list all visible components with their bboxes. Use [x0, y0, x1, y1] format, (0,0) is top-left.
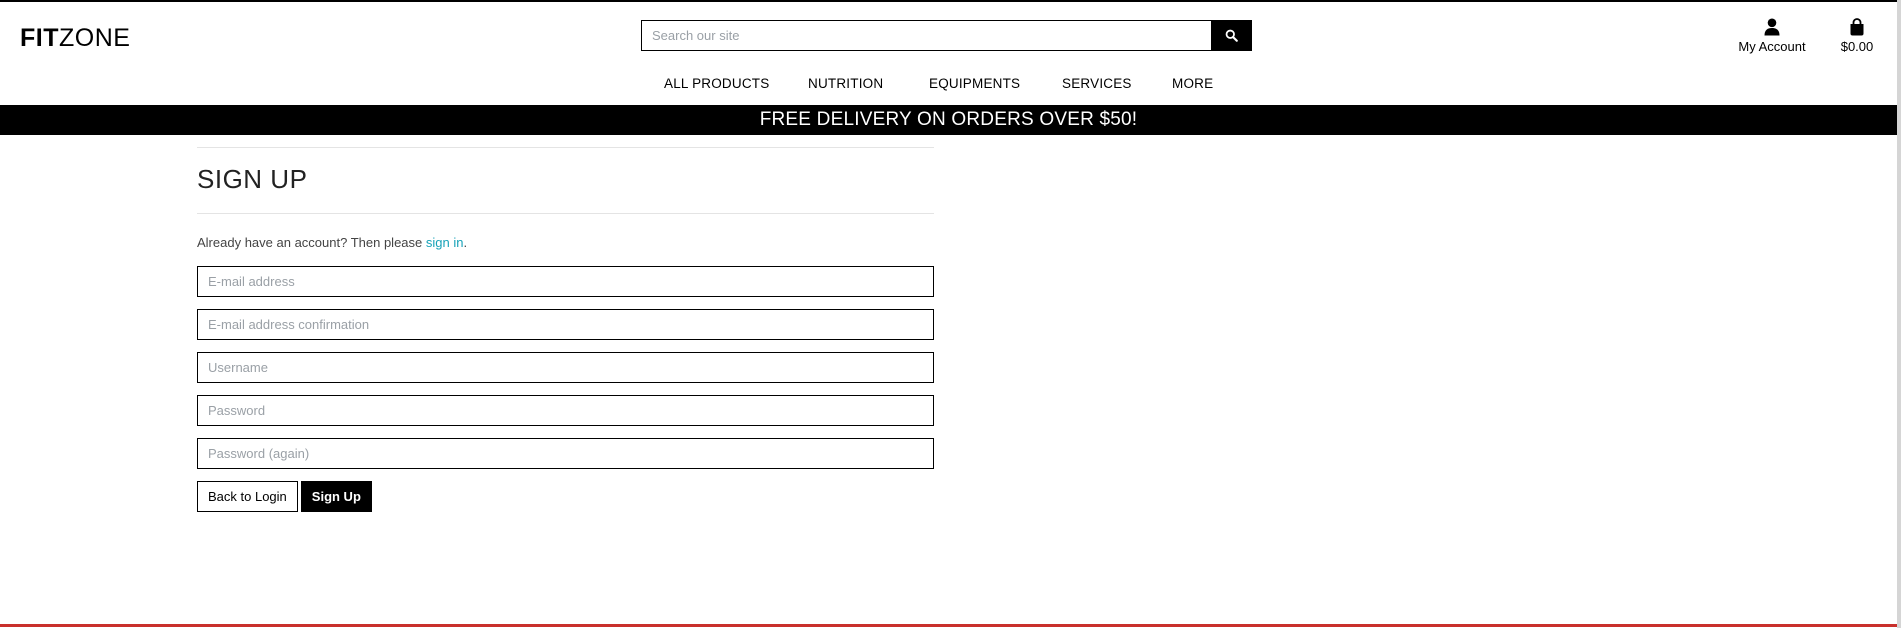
signin-link[interactable]: sign in — [426, 235, 464, 250]
scrollbar-track[interactable] — [1897, 0, 1901, 628]
back-to-login-button[interactable]: Back to Login — [197, 481, 298, 512]
nav-item-nutrition[interactable]: NUTRITION — [808, 76, 883, 91]
search-button[interactable] — [1211, 20, 1252, 51]
email-field[interactable] — [197, 266, 934, 297]
logo-bold-text: FIT — [20, 24, 59, 52]
sign-up-button[interactable]: Sign Up — [300, 481, 372, 512]
nav-item-all-products[interactable]: ALL PRODUCTS — [664, 76, 769, 91]
main-nav: ALL PRODUCTS NUTRITION EQUIPMENTS SERVIC… — [0, 76, 1901, 94]
site-header: FITZONE My Account $0.00 ALL — [0, 2, 1901, 104]
nav-item-more[interactable]: MORE — [1172, 76, 1213, 91]
nav-item-services[interactable]: SERVICES — [1062, 76, 1132, 91]
form-actions: Back to Login Sign Up — [197, 481, 934, 512]
password-again-field[interactable] — [197, 438, 934, 469]
nav-item-equipments[interactable]: EQUIPMENTS — [929, 76, 1020, 91]
search-icon — [1225, 29, 1238, 42]
password-field[interactable] — [197, 395, 934, 426]
signin-prompt: Already have an account? Then please sig… — [197, 234, 934, 252]
user-icon — [1764, 18, 1780, 36]
shopping-bag-icon — [1850, 18, 1864, 36]
footer-accent-line — [0, 624, 1897, 627]
divider-bottom — [197, 213, 934, 214]
username-field[interactable] — [197, 352, 934, 383]
signin-prompt-end: . — [463, 235, 468, 250]
site-logo[interactable]: FITZONE — [20, 24, 130, 53]
search-input[interactable] — [641, 20, 1211, 51]
divider-top — [197, 147, 934, 148]
signup-section: SIGN UP Already have an account? Then pl… — [197, 147, 934, 512]
signup-form: Back to Login Sign Up — [197, 266, 934, 512]
delivery-banner: FREE DELIVERY ON ORDERS OVER $50! — [0, 105, 1897, 135]
signin-prompt-text: Already have an account? Then please — [197, 235, 426, 250]
cart-total: $0.00 — [1840, 39, 1874, 54]
my-account-label: My Account — [1738, 39, 1806, 54]
email-confirmation-field[interactable] — [197, 309, 934, 340]
page-title: SIGN UP — [197, 164, 308, 194]
cart-link[interactable]: $0.00 — [1836, 16, 1878, 54]
my-account-link[interactable]: My Account — [1736, 16, 1808, 54]
logo-text: ZONE — [59, 24, 131, 52]
search-form — [641, 20, 1252, 51]
